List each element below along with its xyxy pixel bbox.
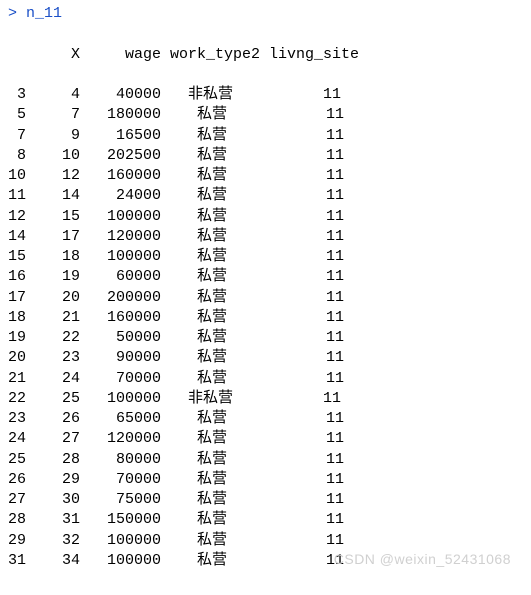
table-row: 14 17 120000 私营 11 [8,227,523,247]
table-row: 15 18 100000 私营 11 [8,247,523,267]
table-row: 29 32 100000 私营 11 [8,531,523,551]
table-row: 23 26 65000 私营 11 [8,409,523,429]
table-row: 26 29 70000 私营 11 [8,470,523,490]
table-row: 25 28 80000 私营 11 [8,450,523,470]
table-row: 10 12 160000 私营 11 [8,166,523,186]
table-row: 17 20 200000 私营 11 [8,288,523,308]
table-row: 19 22 50000 私营 11 [8,328,523,348]
table-row: 5 7 180000 私营 11 [8,105,523,125]
table-row: 3 4 40000 非私营 11 [8,85,523,105]
table-row: 11 14 24000 私营 11 [8,186,523,206]
header-row: X wage work_type2 livng_site [8,45,523,65]
table-row: 20 23 90000 私营 11 [8,348,523,368]
table-row: 27 30 75000 私营 11 [8,490,523,510]
table-row: 12 15 100000 私营 11 [8,207,523,227]
table-row: 28 31 150000 私营 11 [8,510,523,530]
table-row: 16 19 60000 私营 11 [8,267,523,287]
table-row: 18 21 160000 私营 11 [8,308,523,328]
data-table: X wage work_type2 livng_site 3 4 40000 非… [8,24,523,591]
table-row: 31 34 100000 私营 11 [8,551,523,571]
table-row: 7 9 16500 私营 11 [8,126,523,146]
table-row: 24 27 120000 私营 11 [8,429,523,449]
console-prompt: > n_11 [8,4,523,24]
table-row: 21 24 70000 私营 11 [8,369,523,389]
table-row: 8 10 202500 私营 11 [8,146,523,166]
table-row: 22 25 100000 非私营 11 [8,389,523,409]
